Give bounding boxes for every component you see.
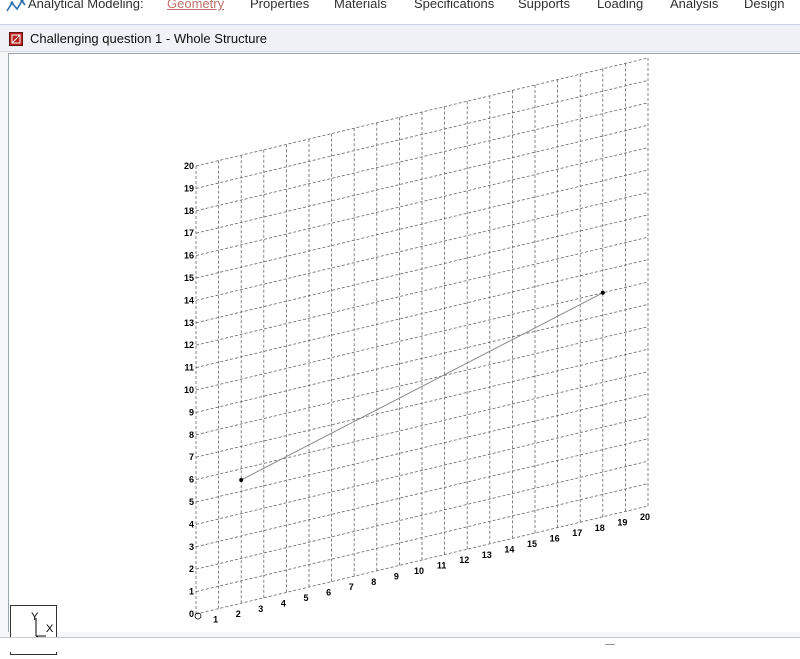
menu-tab-specifications[interactable]: Specifications <box>414 0 494 11</box>
x-tick-label: 3 <box>258 604 263 614</box>
y-tick-label: 10 <box>184 385 194 395</box>
x-tick-label: 12 <box>459 555 469 565</box>
x-tick-label: 18 <box>595 523 605 533</box>
model-view-canvas[interactable]: 0 1 2 3 4 5 6 7 8 9 10 11 12 13 14 15 16 17 18 19 20 1 2 3 4 5 6 7 8… <box>8 53 800 632</box>
window-title-bar[interactable]: Challenging question 1 - Whole Structure <box>0 25 800 52</box>
y-tick-label: 15 <box>184 273 194 283</box>
analytical-modeling-icon <box>6 0 26 12</box>
x-tick-label: 19 <box>617 517 627 527</box>
x-tick-label: 9 <box>394 571 399 581</box>
y-tick-label: 11 <box>184 363 194 373</box>
menu-tab-supports[interactable]: Supports <box>518 0 570 11</box>
menu-analytical-modeling: Analytical Modeling: <box>28 0 144 11</box>
y-tick-label: 14 <box>184 295 194 305</box>
status-bar <box>0 637 800 652</box>
menu-tab-analysis[interactable]: Analysis <box>670 0 718 11</box>
structure-window-icon <box>9 32 23 46</box>
x-tick-label: 16 <box>550 534 560 544</box>
y-tick-label: 4 <box>189 519 194 529</box>
y-tick-label: 16 <box>184 251 194 261</box>
x-tick-label: 13 <box>482 550 492 560</box>
y-tick-label: 2 <box>189 564 194 574</box>
y-tick-label: 17 <box>184 228 194 238</box>
y-tick-label: 13 <box>184 318 194 328</box>
y-tick-label: 9 <box>189 407 194 417</box>
x-tick-label: 4 <box>281 598 286 608</box>
x-tick-label: 1 <box>213 615 218 625</box>
triad-y-label: Y <box>31 611 39 623</box>
y-tick-label: 1 <box>189 587 194 597</box>
node-point[interactable] <box>239 478 244 482</box>
menu-tab-materials[interactable]: Materials <box>334 0 387 11</box>
snap-grid: 0123456789101112131415161718192012345678… <box>184 57 650 625</box>
y-tick-label: 18 <box>184 206 194 216</box>
menu-tab-geometry[interactable]: Geometry <box>167 0 224 11</box>
y-tick-label: 3 <box>189 542 194 552</box>
beam-member[interactable] <box>240 292 604 481</box>
y-tick-label: 8 <box>189 430 194 440</box>
menu-tab-loading[interactable]: Loading <box>597 0 643 11</box>
y-tick-label: 7 <box>189 452 194 462</box>
triad-x-label: X <box>46 623 54 635</box>
y-tick-label: 6 <box>189 475 194 485</box>
status-bar-mark <box>605 644 615 649</box>
y-tick-label: 5 <box>189 497 194 507</box>
y-tick-label: 19 <box>184 183 194 193</box>
x-tick-label: 17 <box>572 528 582 538</box>
x-tick-label: 8 <box>371 577 376 587</box>
menu-tab-design[interactable]: Design <box>744 0 784 11</box>
menu-bar: Analytical Modeling: Geometry Properties… <box>0 0 800 13</box>
node-point[interactable] <box>600 290 605 295</box>
x-tick-label: 6 <box>326 588 331 598</box>
menu-tab-properties[interactable]: Properties <box>250 0 309 11</box>
x-tick-label: 15 <box>527 539 537 549</box>
x-tick-label: 10 <box>414 566 424 576</box>
x-tick-label: 2 <box>236 609 241 619</box>
y-tick-label: 12 <box>184 340 194 350</box>
y-tick-label: 20 <box>184 161 194 171</box>
structure-window: Challenging question 1 - Whole Structure… <box>0 24 800 655</box>
y-tick-label: 0 <box>189 609 194 619</box>
x-tick-label: 5 <box>303 593 308 603</box>
x-tick-label: 20 <box>640 512 650 522</box>
x-tick-label: 14 <box>504 544 514 554</box>
window-title: Challenging question 1 - Whole Structure <box>30 31 268 46</box>
x-tick-label: 7 <box>349 582 354 592</box>
x-tick-label: 11 <box>437 561 447 571</box>
